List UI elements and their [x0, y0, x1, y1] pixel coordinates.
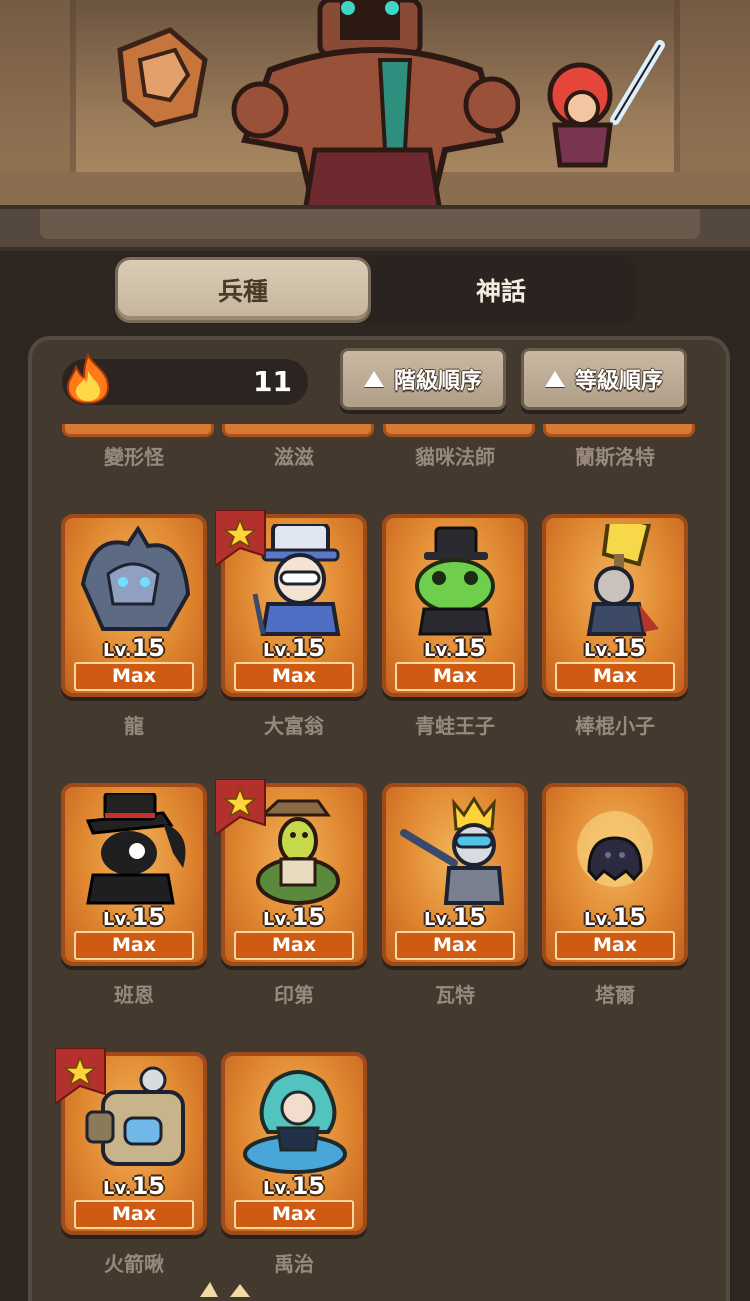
max-bar: Max	[234, 1200, 354, 1229]
sort-by-rank-label: 階級順序	[393, 369, 482, 394]
sort-by-level-label: 等級順序	[574, 369, 663, 394]
max-bar: Max	[395, 662, 515, 691]
unit-level: Lv.15	[263, 903, 325, 931]
unit-name: 瓦特	[435, 983, 475, 1007]
yuji-icon	[243, 1070, 347, 1174]
dragon-icon	[80, 525, 191, 631]
ben-icon	[85, 793, 186, 905]
unit-level: Lv.15	[263, 1172, 325, 1200]
unit-card-yuji[interactable]: Lv.15 Max	[221, 1052, 367, 1235]
tab-units[interactable]: 兵種	[118, 260, 368, 320]
unit-level: Lv.15	[424, 634, 486, 662]
unit-name: 貓咪法師	[415, 445, 495, 469]
max-bar: Max	[555, 931, 675, 960]
unit-level: Lv.15	[103, 1172, 165, 1200]
unit-card-partial[interactable]	[383, 424, 535, 437]
max-bar: Max	[395, 931, 515, 960]
star-badge-icon	[215, 510, 266, 566]
unit-card-dragon[interactable]: Lv.15 Max	[61, 514, 207, 697]
unit-card-watt[interactable]: Lv.15 Max	[382, 783, 528, 966]
fire-counter-value: 11	[253, 365, 292, 398]
sort-by-level-button[interactable]: 等級順序	[521, 348, 687, 410]
unit-card-partial[interactable]	[62, 424, 214, 437]
unit-name: 棒棍小子	[575, 714, 655, 738]
triangle-up-icon	[363, 371, 384, 387]
unit-name: 禹治	[274, 1252, 314, 1276]
unit-level: Lv.15	[584, 903, 646, 931]
unit-card-frog-prince[interactable]: Lv.15 Max	[382, 514, 528, 697]
bat-kid-icon	[586, 524, 659, 636]
unit-name: 青蛙王子	[415, 714, 495, 738]
unit-card-bat-kid[interactable]: Lv.15 Max	[542, 514, 688, 697]
max-bar: Max	[74, 1200, 194, 1229]
unit-name: 變形怪	[104, 445, 164, 469]
triangle-up-icon	[544, 371, 565, 387]
flame-icon	[66, 353, 110, 405]
unit-name: 龍	[124, 714, 144, 738]
unit-card-tar[interactable]: Lv.15 Max	[542, 783, 688, 966]
unit-level: Lv.15	[584, 634, 646, 662]
unit-name: 印第	[274, 983, 314, 1007]
unit-card-partial[interactable]	[222, 424, 374, 437]
sword-hero-icon	[547, 40, 665, 168]
tab-bar: 兵種 神話	[114, 256, 636, 324]
flying-armor-icon	[117, 27, 208, 128]
unit-card-partial[interactable]	[543, 424, 695, 437]
unit-name: 塔爾	[595, 983, 635, 1007]
max-bar: Max	[234, 662, 354, 691]
tab-mythic[interactable]: 神話	[376, 260, 626, 320]
star-badge-icon	[215, 779, 266, 835]
unit-level: Lv.15	[424, 903, 486, 931]
max-bar: Max	[234, 931, 354, 960]
stage-edge	[0, 205, 750, 251]
max-bar: Max	[74, 662, 194, 691]
watt-icon	[400, 796, 505, 905]
tar-icon	[577, 811, 653, 887]
unit-name: 滋滋	[274, 445, 314, 469]
max-bar: Max	[555, 662, 675, 691]
unit-level: Lv.15	[263, 634, 325, 662]
unit-card-ben[interactable]: Lv.15 Max	[61, 783, 207, 966]
battle-banner	[0, 0, 750, 212]
unit-name: 火箭啾	[104, 1252, 164, 1276]
unit-name: 班恩	[114, 983, 154, 1007]
stage-slab	[40, 209, 700, 239]
unit-level: Lv.15	[103, 903, 165, 931]
unit-card-indy[interactable]: Lv.15 Max	[215, 779, 367, 966]
bottom-decoration	[200, 1282, 250, 1297]
max-bar: Max	[74, 931, 194, 960]
sort-by-rank-button[interactable]: 階級順序	[340, 348, 506, 410]
ogre-boss-icon	[231, 0, 520, 212]
unit-level: Lv.15	[103, 634, 165, 662]
star-badge-icon	[55, 1048, 106, 1104]
unit-card-rocket-chu[interactable]: Lv.15 Max	[55, 1048, 207, 1235]
unit-name: 蘭斯洛特	[575, 445, 655, 469]
unit-card-tycoon[interactable]: Lv.15 Max	[215, 510, 367, 697]
unit-name: 大富翁	[264, 714, 324, 738]
frog-prince-icon	[415, 526, 495, 636]
